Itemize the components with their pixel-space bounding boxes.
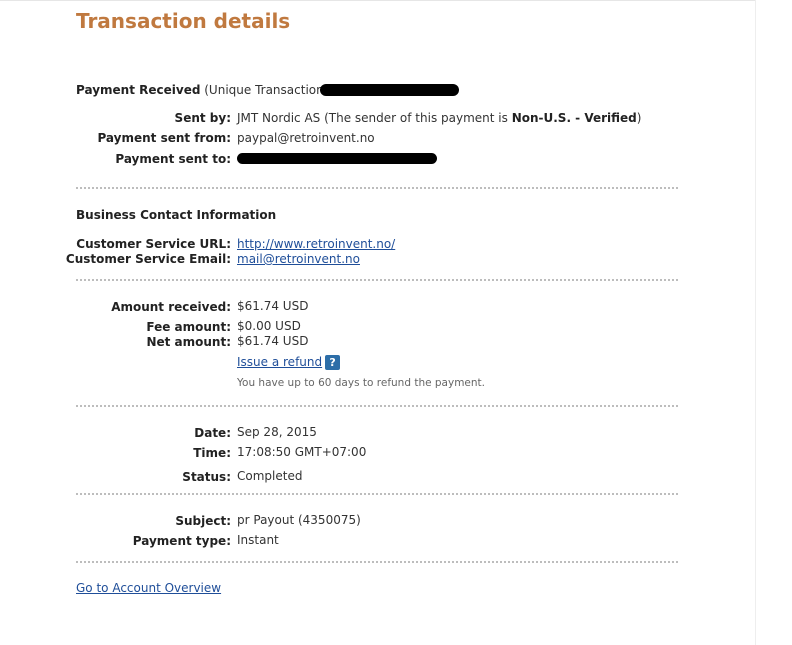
customer-service-url-link[interactable]: http://www.retroinvent.no/ xyxy=(237,237,395,251)
sent-from-label: Payment sent from: xyxy=(97,131,231,145)
divider xyxy=(76,279,678,281)
business-contact-heading: Business Contact Information xyxy=(76,208,277,222)
sender-name: JMT Nordic AS xyxy=(237,111,321,125)
redacted-transaction-id xyxy=(320,84,459,96)
issue-refund-link[interactable]: Issue a refund xyxy=(237,355,322,369)
amount-received-label: Amount received: xyxy=(111,300,231,314)
right-border xyxy=(755,0,756,645)
divider xyxy=(76,187,678,189)
sender-note-suffix: ) xyxy=(636,111,642,125)
sent-to-label: Payment sent to: xyxy=(115,152,231,166)
sent-from-value: paypal@retroinvent.no xyxy=(237,131,375,145)
sent-by-value: JMT Nordic AS (The sender of this paymen… xyxy=(237,111,641,125)
customer-service-url-label: Customer Service URL: xyxy=(76,237,231,251)
time-label: Time: xyxy=(193,446,231,460)
sent-by-label: Sent by: xyxy=(174,111,231,125)
payment-type-label: Payment type: xyxy=(132,534,231,548)
top-border xyxy=(0,0,756,1)
payment-received-label: Payment Received xyxy=(76,83,201,97)
customer-service-email-label: Customer Service Email: xyxy=(65,252,231,266)
subject-label: Subject: xyxy=(175,514,231,528)
subject-value: pr Payout (4350075) xyxy=(237,513,361,527)
time-value: 17:08:50 GMT+07:00 xyxy=(237,445,367,459)
help-icon[interactable]: ? xyxy=(325,355,341,370)
page-title: Transaction details xyxy=(76,9,291,33)
payment-received-heading: Payment Received (Unique Transaction ID … xyxy=(76,83,354,97)
fee-amount-label: Fee amount: xyxy=(146,320,231,334)
date-value: Sep 28, 2015 xyxy=(237,425,317,439)
divider xyxy=(76,493,678,495)
account-overview-link[interactable]: Go to Account Overview xyxy=(76,581,221,595)
net-amount-value: $61.74 USD xyxy=(237,334,309,348)
fee-amount-value: $0.00 USD xyxy=(237,319,301,333)
divider xyxy=(76,405,678,407)
payment-type-value: Instant xyxy=(237,533,279,547)
sender-status: Non-U.S. - Verified xyxy=(511,111,637,125)
net-amount-label: Net amount: xyxy=(146,335,231,349)
issue-refund-row: Issue a refund? xyxy=(237,355,341,370)
refund-note: You have up to 60 days to refund the pay… xyxy=(237,377,486,389)
status-label: Status: xyxy=(182,470,231,484)
redacted-recipient-email xyxy=(237,153,437,164)
customer-service-email-link[interactable]: mail@retroinvent.no xyxy=(237,252,360,266)
date-label: Date: xyxy=(194,426,231,440)
sender-note-prefix: (The sender of this payment is xyxy=(324,111,508,125)
amount-received-value: $61.74 USD xyxy=(237,299,309,313)
divider xyxy=(76,561,678,563)
status-value: Completed xyxy=(237,469,303,483)
